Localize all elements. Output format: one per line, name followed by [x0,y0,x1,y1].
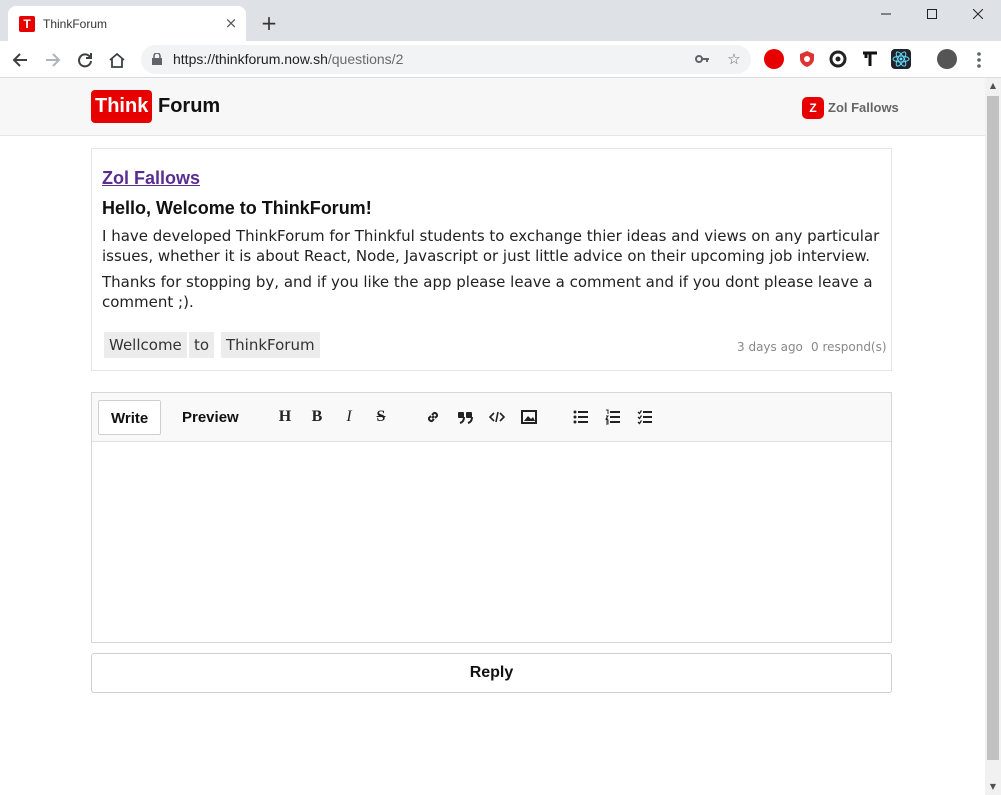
user-name-link[interactable]: Zol Fallows [828,99,899,117]
tag-to[interactable]: to [189,332,215,358]
favicon-icon: T [19,16,35,32]
maximize-icon[interactable] [909,2,955,26]
page-scrollbar[interactable]: ▲ ▼ [985,78,1001,795]
scroll-down-icon[interactable]: ▼ [985,779,1001,795]
scroll-thumb[interactable] [987,96,999,760]
tag-wellcome[interactable]: Wellcome [104,332,187,358]
quote-icon[interactable] [454,406,476,428]
unordered-list-icon[interactable] [570,406,592,428]
menu-dots-icon[interactable] [967,48,991,72]
react-devtools-icon[interactable] [891,49,911,69]
logo-think[interactable]: Think [91,90,153,123]
extension-ring-icon[interactable] [828,49,848,69]
reply-button[interactable]: Reply [91,653,892,693]
question-paragraph: Thanks for stopping by, and if you like … [102,273,873,311]
question-author-link[interactable]: Zol Fallows [102,167,200,189]
tab-write[interactable]: Write [98,400,162,435]
key-icon[interactable] [692,49,712,69]
back-icon[interactable] [8,48,32,72]
question-title: Hello, Welcome to ThinkForum! [102,198,372,218]
window-close-icon[interactable] [955,2,1001,26]
link-icon[interactable] [422,406,444,428]
tab-preview[interactable]: Preview [170,400,251,435]
address-bar[interactable]: https://thinkforum.now.sh/questions/2 ☆ [141,45,751,74]
question-body: I have developed ThinkForum for Thinkful… [102,226,888,318]
reload-icon[interactable] [73,48,97,72]
typography-extension-icon[interactable] [860,49,880,69]
reply-textarea[interactable] [92,443,891,642]
editor-toolbar: Write Preview H B I S [92,393,891,442]
header-icon[interactable]: H [274,406,296,428]
url-text: https://thinkforum.now.sh/questions/2 [173,51,404,67]
shield-extension-icon[interactable] [797,49,817,69]
response-count: 0 respond(s) [811,340,887,354]
strikethrough-icon[interactable]: S [370,406,392,428]
forward-icon[interactable] [41,48,65,72]
question-paragraph: I have developed ThinkForum for Thinkful… [102,227,880,265]
ordered-list-icon[interactable] [602,406,624,428]
user-avatar[interactable]: Z [802,97,824,119]
new-tab-icon[interactable]: + [258,12,280,34]
checklist-icon[interactable] [634,406,656,428]
star-icon[interactable]: ☆ [724,49,744,69]
question-time: 3 days ago [737,340,803,354]
browser-tab[interactable]: T ThinkForum × [8,6,246,41]
bold-icon[interactable]: B [306,406,328,428]
home-icon[interactable] [105,48,129,72]
tab-close-icon[interactable]: × [222,14,240,32]
question-card: Zol Fallows Hello, Welcome to ThinkForum… [91,148,892,371]
app-header: Think Forum Z Zol Fallows [0,78,985,136]
image-icon[interactable] [518,406,540,428]
scroll-up-icon[interactable]: ▲ [985,78,1001,94]
code-icon[interactable] [486,406,508,428]
reply-editor: Write Preview H B I S [91,392,892,643]
minimize-icon[interactable] [863,2,909,26]
browser-toolbar: https://thinkforum.now.sh/questions/2 ☆ [0,41,1001,78]
lock-icon [152,53,162,65]
tab-title: ThinkForum [43,17,108,31]
logo-forum[interactable]: Forum [158,90,220,123]
adblock-extension-icon[interactable] [764,49,784,69]
profile-avatar-icon[interactable] [937,49,957,69]
browser-tab-bar: T ThinkForum × + [0,0,1001,41]
italic-icon[interactable]: I [338,406,360,428]
tag-thinkforum[interactable]: ThinkForum [221,332,320,358]
